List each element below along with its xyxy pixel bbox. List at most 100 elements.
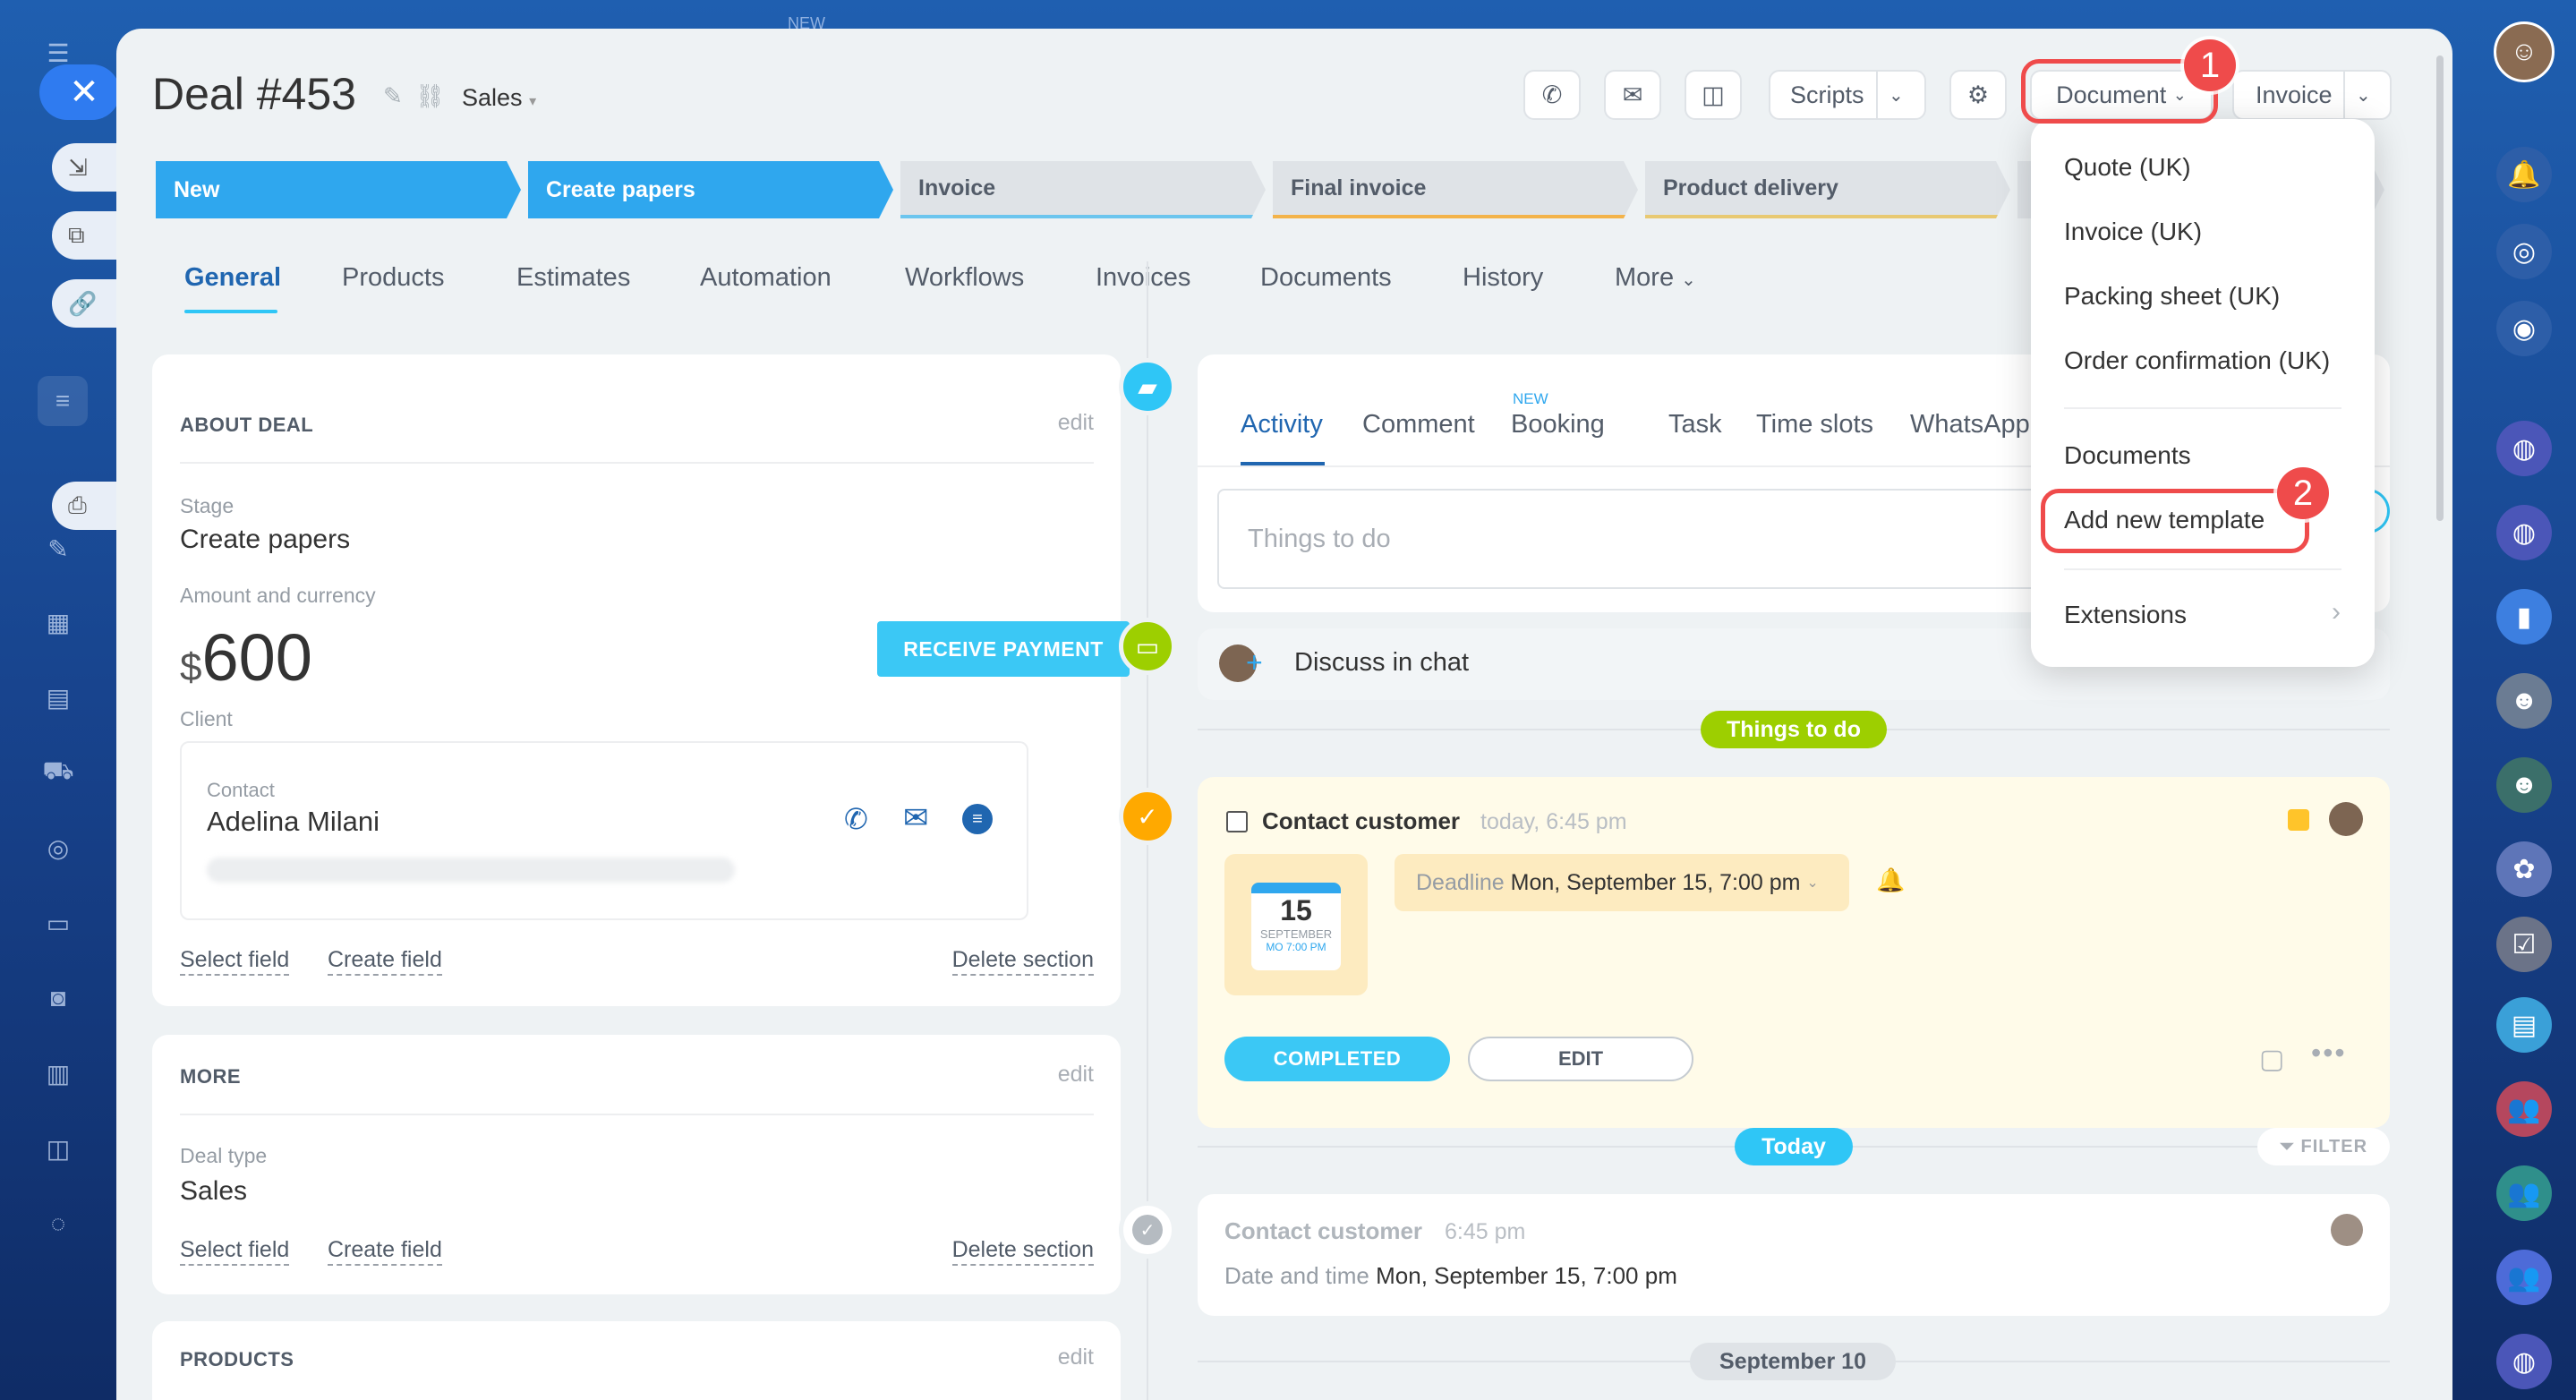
notifications-icon[interactable]: 🔔 (2496, 147, 2552, 202)
activity-tab-booking[interactable]: Booking (1511, 410, 1605, 440)
edit-link[interactable]: edit (1058, 410, 1094, 436)
copilot-icon[interactable]: ◎ (2496, 224, 2552, 279)
note-icon[interactable]: ▢ (2259, 1044, 2284, 1075)
channel-2-icon[interactable]: ◍ (2496, 505, 2552, 560)
task-checkbox[interactable] (1226, 811, 1248, 832)
message-icon[interactable]: ▭ (38, 902, 79, 943)
open-new-window-icon[interactable]: ⧉ (52, 211, 116, 260)
task-title[interactable]: Contact customer (1262, 807, 1460, 835)
email-contact-icon[interactable]: ✉ (903, 800, 929, 836)
stage-final-invoice[interactable]: Final invoice (1273, 161, 1638, 218)
delete-section-link[interactable]: Delete section (951, 1237, 1094, 1266)
contact-avatar-1[interactable]: ☻ (2496, 673, 2552, 729)
activity-tab-comment[interactable]: Comment (1362, 410, 1475, 440)
chat-search-icon[interactable]: ◉ (2496, 301, 2552, 356)
edit-task-button[interactable]: EDIT (1468, 1037, 1693, 1081)
close-slider-button[interactable]: ✕ (39, 64, 120, 120)
print-icon[interactable]: ⎙ (52, 482, 116, 530)
channel-3-icon[interactable]: ◍ (2496, 1334, 2552, 1389)
delete-section-link[interactable]: Delete section (951, 947, 1094, 976)
robot-icon[interactable]: ◙ (38, 977, 79, 1019)
add-participant-icon[interactable]: + (1246, 646, 1263, 679)
create-field-link[interactable]: Create field (328, 947, 442, 976)
filter-icon: ⏷ (2279, 1136, 2295, 1157)
stage-invoice[interactable]: Invoice (900, 161, 1266, 218)
done-title[interactable]: Contact customer (1224, 1217, 1422, 1245)
activity-tab-time-slots[interactable]: Time slots (1756, 410, 1873, 440)
stage-create-papers[interactable]: Create papers (528, 161, 893, 218)
responsible-avatar[interactable] (2329, 802, 2363, 836)
building-icon[interactable]: ▤ (38, 677, 79, 718)
chat-contact-icon[interactable]: ≡ (962, 804, 993, 834)
edit-link[interactable]: edit (1058, 1062, 1094, 1088)
sign-icon[interactable]: ✎ (38, 528, 79, 569)
stage-new[interactable]: New (156, 161, 521, 218)
tab-documents[interactable]: Documents (1260, 263, 1392, 293)
activity-tab-task[interactable]: Task (1668, 410, 1722, 440)
tab-history[interactable]: History (1463, 263, 1543, 293)
tab-general[interactable]: General (184, 263, 281, 293)
user-avatar[interactable]: ☺ (2494, 21, 2555, 82)
activity-tab-activity[interactable]: Activity (1241, 410, 1323, 440)
storage-icon[interactable]: ◫ (38, 1128, 79, 1169)
pipeline-selector[interactable]: Sales ▾ (462, 84, 536, 112)
select-field-link[interactable]: Select field (180, 947, 290, 976)
group-chat-1-icon[interactable]: 👥 (2496, 1081, 2552, 1137)
menu-item-documents[interactable]: Documents (2064, 441, 2191, 470)
calendar-icon[interactable]: ▦ (38, 602, 79, 643)
call-contact-icon[interactable]: ✆ (844, 802, 868, 836)
email-button[interactable]: ✉ (1604, 70, 1661, 120)
date-separator-pill: September 10 (1690, 1343, 1896, 1380)
select-field-link[interactable]: Select field (180, 1237, 290, 1266)
receive-payment-button[interactable]: RECEIVE PAYMENT (877, 621, 1130, 677)
filter-button[interactable]: ⏷ FILTER (2257, 1128, 2390, 1165)
completed-button[interactable]: COMPLETED (1224, 1037, 1450, 1081)
tab-invoices[interactable]: Invoices (1096, 263, 1190, 293)
activity-tab-whatsapp[interactable]: WhatsApp (1910, 410, 2030, 440)
channel-icon[interactable]: ◍ (2496, 421, 2552, 476)
tab-estimates[interactable]: Estimates (516, 263, 630, 293)
scripts-button[interactable]: Scripts ⌄ (1769, 70, 1926, 120)
menu-item-invoice[interactable]: Invoice (UK) (2064, 218, 2202, 246)
menu-item-quote[interactable]: Quote (UK) (2064, 153, 2191, 182)
menu-item-order-confirmation[interactable]: Order confirmation (UK) (2064, 346, 2330, 375)
edit-link[interactable]: edit (1058, 1345, 1094, 1370)
tab-automation[interactable]: Automation (700, 263, 832, 293)
responsible-avatar[interactable] (2331, 1214, 2363, 1246)
group-chat-2-icon[interactable]: 👥 (2496, 1165, 2552, 1221)
deadline-selector[interactable]: Deadline Mon, September 15, 7:00 pm ⌄ (1395, 854, 1849, 911)
filter-icon[interactable]: ≡ (38, 376, 88, 426)
invoice-button[interactable]: Invoice ⌄ (2232, 70, 2392, 120)
cart-icon[interactable]: ⛟ (38, 752, 79, 793)
scrollbar[interactable] (2436, 55, 2444, 521)
stage-product-delivery[interactable]: Product delivery (1645, 161, 2010, 218)
tab-products[interactable]: Products (342, 263, 444, 293)
target-icon[interactable]: ◎ (38, 827, 79, 868)
contact-avatar-3[interactable]: ✿ (2496, 841, 2552, 897)
create-field-link[interactable]: Create field (328, 1237, 442, 1266)
analytics-icon[interactable]: ▥ (38, 1053, 79, 1094)
more-options-icon[interactable]: ••• (2311, 1037, 2347, 1070)
settings-button[interactable]: ⚙ (1949, 70, 2007, 120)
contact-name[interactable]: Adelina Milani (207, 806, 380, 838)
chat-button[interactable]: ◫ (1685, 70, 1742, 120)
messages-icon[interactable]: ▤ (2496, 997, 2552, 1053)
tab-workflows[interactable]: Workflows (905, 263, 1024, 293)
edit-title-icon[interactable]: ✎ (383, 82, 403, 110)
bell-icon[interactable]: 🔔 (1876, 866, 1905, 894)
copy-link-icon[interactable]: 🔗 (52, 279, 116, 328)
bookmark-icon[interactable]: ▮ (2496, 589, 2552, 645)
download-icon[interactable]: ⇲ (52, 143, 116, 192)
amount-number: 600 (201, 620, 312, 695)
group-chat-3-icon[interactable]: 👥 (2496, 1250, 2552, 1305)
copy-link-icon[interactable]: ⛓ (415, 82, 445, 110)
settings-icon[interactable]: ◌ (38, 1203, 79, 1244)
menu-item-packing-sheet[interactable]: Packing sheet (UK) (2064, 282, 2280, 311)
menu-item-extensions[interactable]: Extensions (2064, 601, 2187, 629)
tasks-icon[interactable]: ☑ (2496, 917, 2552, 972)
contact-avatar-2[interactable]: ☻ (2496, 757, 2552, 813)
datetime-label: Date and time (1224, 1262, 1369, 1289)
tab-more[interactable]: More ⌄ (1615, 263, 1696, 293)
call-button[interactable]: ✆ (1523, 70, 1581, 120)
color-tag[interactable] (2288, 809, 2309, 831)
